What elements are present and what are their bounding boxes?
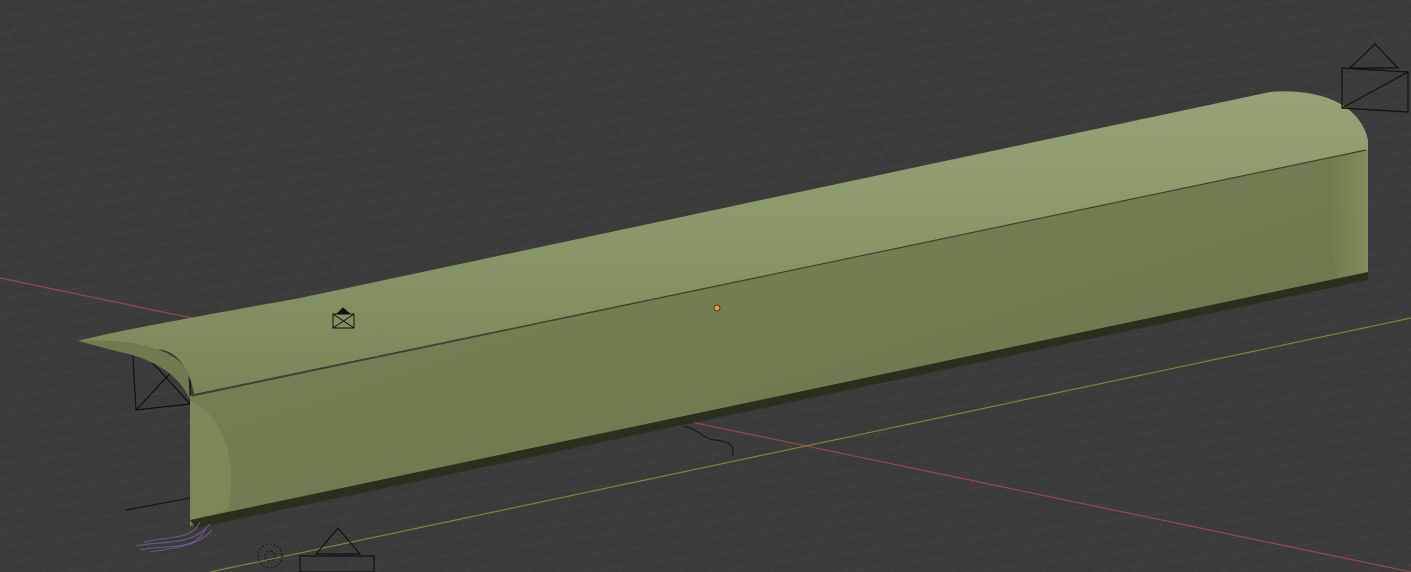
viewport-scene[interactable] [0, 0, 1411, 572]
object-origin-icon[interactable] [713, 304, 721, 312]
3d-viewport[interactable] [0, 0, 1411, 572]
